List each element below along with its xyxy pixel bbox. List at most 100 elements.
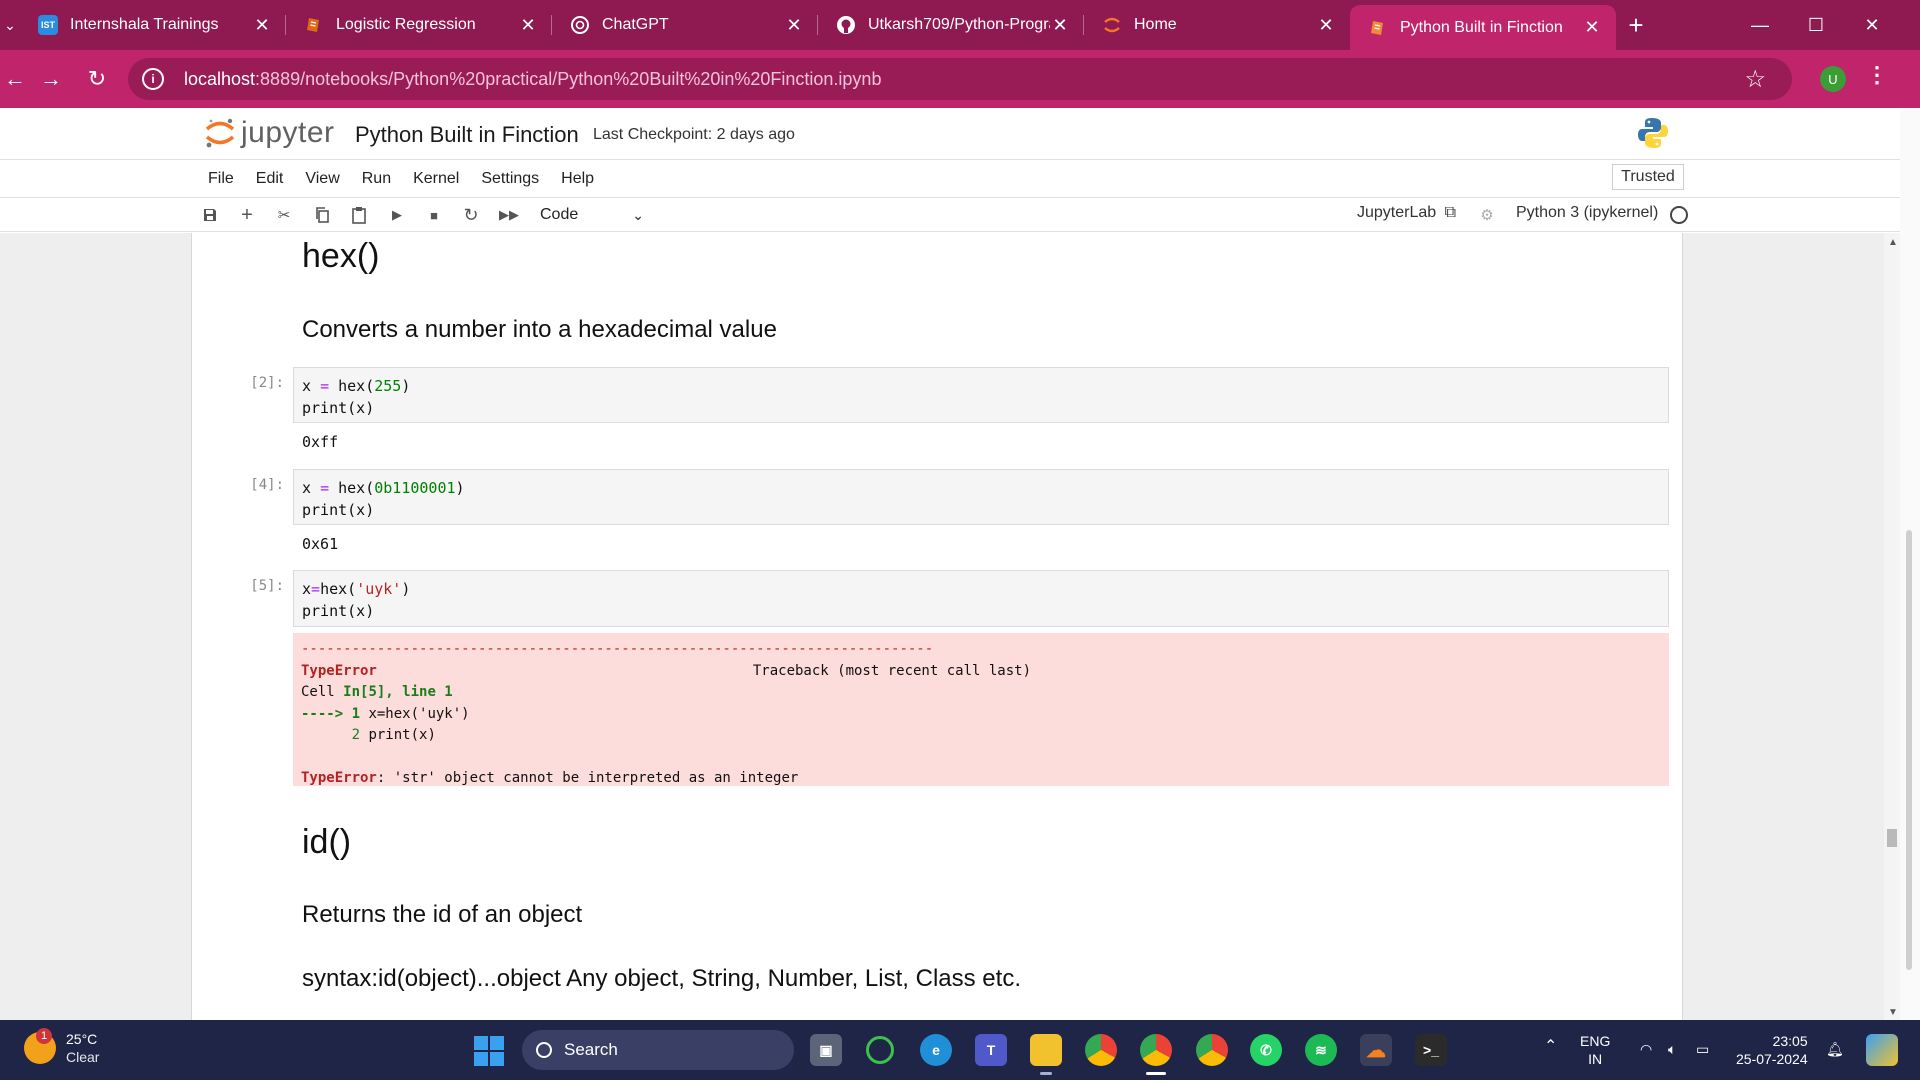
task-view-icon[interactable]: ▣ — [810, 1034, 842, 1066]
address-bar[interactable]: i localhost:8889/notebooks/Python%20prac… — [128, 58, 1792, 100]
tab-title: Utkarsh709/Python-Progra — [868, 16, 1050, 33]
tab-internshala[interactable]: IST Internshala Trainings ✕ — [20, 5, 286, 45]
whatsapp-icon[interactable]: ✆ — [1250, 1034, 1282, 1066]
region-code: IN — [1588, 1051, 1603, 1067]
jupyter-logo[interactable]: jupyter — [205, 116, 335, 150]
battery-icon[interactable]: ▭ — [1696, 1040, 1709, 1058]
kernel-settings-gear-icon[interactable]: ⚙ — [1476, 204, 1498, 226]
stop-icon[interactable]: ■ — [423, 204, 445, 226]
tab-close-icon[interactable]: ✕ — [1582, 17, 1602, 38]
markdown-heading-hex: hex() — [302, 237, 380, 275]
restart-icon[interactable]: ↻ — [460, 204, 482, 226]
back-arrow-icon[interactable]: ← — [0, 64, 30, 94]
teams-icon[interactable]: T — [975, 1034, 1007, 1066]
volume-icon[interactable]: 🔈︎ — [1668, 1040, 1676, 1058]
show-hidden-icons-chevron-icon[interactable]: ⌃ — [1544, 1038, 1557, 1056]
reload-icon[interactable]: ↻ — [82, 64, 112, 94]
terminal-icon[interactable]: >_ — [1415, 1034, 1447, 1066]
last-checkpoint: Last Checkpoint: 2 days ago — [593, 126, 795, 143]
notifications-bell-icon[interactable]: 🔔︎ — [1826, 1040, 1844, 1058]
restart-run-all-icon[interactable]: ▶▶ — [498, 204, 520, 226]
github-icon — [836, 15, 856, 35]
cloudflare-icon[interactable]: ☁ — [1360, 1034, 1392, 1066]
bookmark-star-icon[interactable]: ☆ — [1744, 65, 1766, 94]
clock-time: 23:05 — [1772, 1033, 1808, 1049]
paste-icon[interactable] — [348, 204, 370, 226]
taskbar-search[interactable]: Search — [522, 1030, 794, 1070]
jupyterlab-link[interactable]: JupyterLab ⧉ — [1357, 204, 1456, 222]
trusted-indicator[interactable]: Trusted — [1612, 164, 1684, 190]
menu-file[interactable]: File — [208, 170, 234, 188]
notebook-scrollbar[interactable]: ▲ ▼ — [1884, 233, 1900, 1020]
jupyter-logo-icon — [1102, 15, 1122, 35]
cell-output: 0xff — [302, 433, 339, 451]
markdown-id-description: Returns the id of an object — [302, 901, 583, 928]
active-indicator — [1146, 1072, 1166, 1075]
menu-help[interactable]: Help — [561, 170, 594, 188]
chrome-profile-2-icon[interactable] — [1196, 1034, 1228, 1066]
file-explorer-icon[interactable] — [1030, 1034, 1062, 1066]
tab-title: Home — [1134, 16, 1177, 33]
code-cell[interactable]: x = hex(0b1100001) print(x) — [293, 469, 1669, 525]
add-cell-icon[interactable]: + — [236, 204, 258, 226]
kernel-status-idle-icon — [1670, 206, 1688, 224]
chatgpt-icon — [570, 15, 590, 35]
new-tab-plus-icon[interactable]: + — [1616, 5, 1656, 45]
cell-type-select[interactable]: Code ⌄ — [540, 204, 644, 226]
minimize-icon[interactable]: — — [1732, 0, 1788, 50]
internshala-icon: IST — [38, 15, 58, 35]
kernel-name[interactable]: Python 3 (ipykernel) — [1516, 204, 1658, 222]
menu-view[interactable]: View — [305, 170, 339, 188]
notebook-toolbar: + ✂ ▶ ■ ↻ ▶▶ Code ⌄ JupyterLab ⧉ ⚙ Pytho… — [0, 198, 1900, 232]
app-green-ring-icon[interactable] — [866, 1036, 894, 1064]
scroll-down-icon[interactable]: ▼ — [1888, 1007, 1898, 1018]
clock[interactable]: 23:05 25-07-2024 — [1736, 1032, 1808, 1068]
edge-icon[interactable]: e — [920, 1034, 952, 1066]
run-icon[interactable]: ▶ — [386, 204, 408, 226]
notebook-title[interactable]: Python Built in Finction — [355, 122, 579, 148]
profile-avatar[interactable]: U — [1820, 66, 1846, 92]
menu-settings[interactable]: Settings — [481, 170, 539, 188]
tab-close-icon[interactable]: ✕ — [1316, 15, 1336, 36]
scrollbar-thumb[interactable] — [1887, 829, 1897, 847]
tab-search-chevron-icon[interactable]: ⌄ — [0, 0, 20, 50]
search-icon — [536, 1042, 552, 1058]
windows-start-icon[interactable] — [474, 1036, 504, 1066]
error-message: TypeError: 'str' object cannot be interp… — [301, 770, 799, 786]
menu-run[interactable]: Run — [362, 170, 391, 188]
tab-title: Internshala Trainings — [70, 16, 219, 33]
tab-home[interactable]: Home ✕ — [1084, 5, 1350, 45]
tab-python-built-in-finction[interactable]: Python Built in Finction ✕ — [1350, 5, 1616, 50]
browser-menu-icon[interactable]: ⋮ — [1866, 62, 1888, 88]
tab-close-icon[interactable]: ✕ — [252, 15, 272, 36]
tab-title: Python Built in Finction — [1400, 18, 1563, 36]
page-scrollbar-thumb[interactable] — [1906, 530, 1912, 970]
chrome-icon[interactable] — [1085, 1034, 1117, 1066]
site-info-icon[interactable]: i — [142, 68, 164, 90]
copy-icon[interactable] — [311, 204, 333, 226]
tab-chatgpt[interactable]: ChatGPT ✕ — [552, 5, 818, 45]
chrome-profile-icon[interactable] — [1140, 1034, 1172, 1066]
tab-close-icon[interactable]: ✕ — [1050, 15, 1070, 36]
save-icon[interactable] — [199, 204, 221, 226]
copilot-icon[interactable] — [1866, 1034, 1898, 1066]
scroll-up-icon[interactable]: ▲ — [1888, 237, 1898, 248]
menu-edit[interactable]: Edit — [256, 170, 284, 188]
language-indicator[interactable]: ENG IN — [1580, 1032, 1610, 1068]
tab-github[interactable]: Utkarsh709/Python-Progra ✕ — [818, 5, 1084, 45]
tab-logistic-regression[interactable]: Logistic Regression ✕ — [286, 5, 552, 45]
weather-widget[interactable]: 1 25°C Clear — [24, 1028, 99, 1066]
window-close-icon[interactable]: ✕ — [1844, 0, 1900, 50]
weather-temperature: 25°C — [66, 1031, 98, 1047]
search-placeholder: Search — [564, 1040, 618, 1059]
maximize-icon[interactable]: ☐ — [1788, 0, 1844, 50]
tab-close-icon[interactable]: ✕ — [518, 15, 538, 36]
wifi-icon[interactable]: ◠ — [1640, 1040, 1652, 1058]
tab-close-icon[interactable]: ✕ — [784, 15, 804, 36]
spotify-icon[interactable]: ≋ — [1305, 1034, 1337, 1066]
code-cell[interactable]: x=hex('uyk') print(x) — [293, 570, 1669, 627]
code-cell[interactable]: x = hex(255) print(x) — [293, 367, 1669, 423]
forward-arrow-icon[interactable]: → — [36, 64, 66, 94]
cut-icon[interactable]: ✂ — [273, 204, 295, 226]
menu-kernel[interactable]: Kernel — [413, 170, 459, 188]
